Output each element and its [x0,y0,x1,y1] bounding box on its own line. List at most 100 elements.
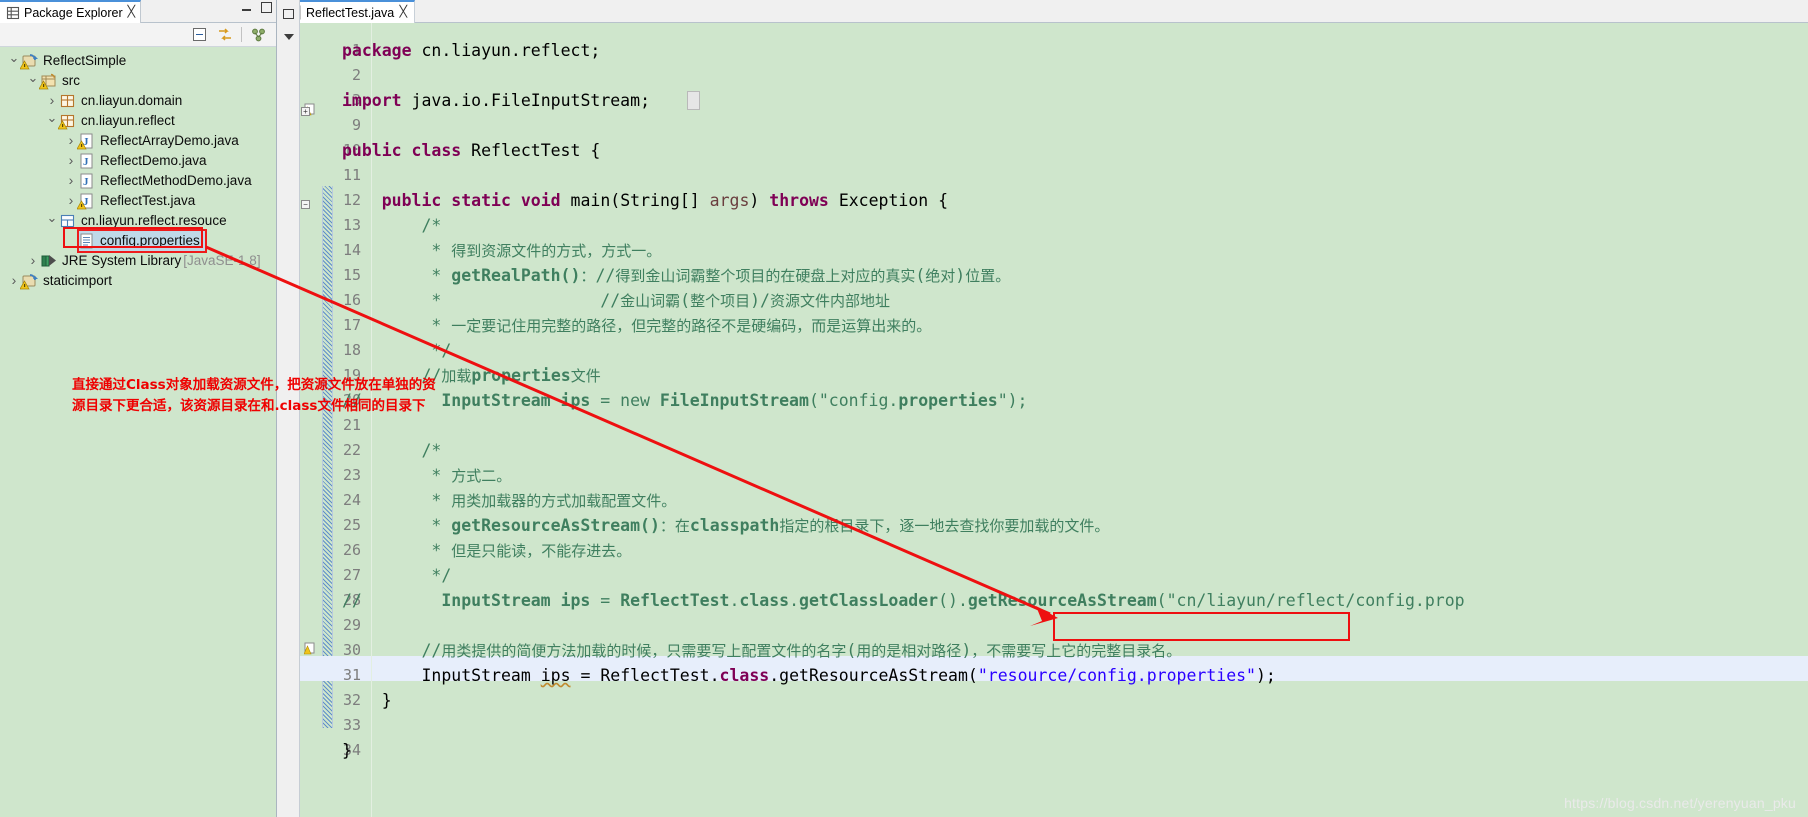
code-line[interactable]: * 但是只能读，不能存进去。 [342,538,631,563]
code-line[interactable]: // InputStream ips = ReflectTest.class.g… [342,588,1465,613]
code-line[interactable]: * 得到资源文件的方式，方式一。 [342,238,661,263]
tree-item-cn-liayun-reflect[interactable]: cn.liayun.reflect [0,111,276,131]
annotation-ruler[interactable] [300,23,322,817]
tree-item-suffix: [JavaSE-1.8] [183,253,261,268]
tree-node-content[interactable]: J ReflectMethodDemo.java [79,171,254,191]
code-text[interactable]: package cn.liayun.reflect; import java.io… [342,23,1808,817]
code-line[interactable]: */ [342,563,451,588]
java-file-icon: J [79,153,96,169]
java-project-icon [20,53,39,70]
tree-item-reflectarraydemo-java[interactable]: J ReflectArrayDemo.java [0,131,276,151]
occurrence-marker-bar [322,186,333,728]
tree-item-reflectsimple[interactable]: ReflectSimple [0,51,276,71]
tree-item-reflectmethoddemo-java[interactable]: J ReflectMethodDemo.java [0,171,276,191]
svg-text:J: J [83,156,89,168]
code-line[interactable]: //用类提供的简便方法加载的时候，只需要写上配置文件的名字(用的是相对路径)，不… [342,638,1181,663]
code-line[interactable]: /* [342,213,441,238]
tree-node-content[interactable]: staticimport [20,271,114,291]
code-line[interactable]: public class ReflectTest { [342,138,600,163]
tree-item-jre-system-library[interactable]: JRE System Library [JavaSE-1.8] [0,251,276,271]
chevron-right-icon[interactable] [63,170,79,192]
code-line[interactable]: * 一定要记住用完整的路径，但完整的路径不是硬编码，而是运算出来的。 [342,313,931,338]
tree-item-cn-liayun-domain[interactable]: cn.liayun.domain [0,91,276,111]
close-icon[interactable]: ╳ [400,7,408,18]
tree-node-content[interactable]: J ReflectTest.java [77,191,197,211]
chevron-down-icon[interactable] [44,211,60,232]
code-line[interactable]: package cn.liayun.reflect; [342,38,600,63]
warning-marker-line31[interactable] [303,641,318,655]
tree-item-label: ReflectSimple [43,53,127,68]
chevron-right-icon[interactable] [63,150,79,172]
fold-toggle-line12[interactable]: − [301,200,310,209]
code-line[interactable]: */ [342,338,451,363]
project-tree[interactable]: ReflectSimple src cn.liayun.domain cn.liayu… [0,47,276,291]
toolbar-separator [241,27,242,42]
code-line[interactable]: * getRealPath()：//得到金山词霸整个项目的在硬盘上对应的真实(绝… [342,263,1010,288]
tab-label: Package Explorer [24,5,123,20]
eclipse-ide-window: Package Explorer ╳ ⌄ ReflectSimple ⌄ src… [0,0,1808,817]
tree-item-cn-liayun-reflect-resouce[interactable]: cn.liayun.reflect.resouce [0,211,276,231]
tab-label: ReflectTest.java [306,5,395,20]
tree-node-content[interactable]: cn.liayun.reflect.resouce [60,211,229,231]
close-icon[interactable]: ╳ [127,7,135,18]
code-line[interactable]: /* [342,438,441,463]
code-line[interactable]: //加载properties文件 [342,363,600,388]
code-line[interactable]: import java.io.FileInputStream; [342,88,650,113]
resource-package-icon [60,213,77,229]
tree-node-content[interactable]: J ReflectDemo.java [79,151,209,171]
tree-node-content[interactable]: ReflectSimple [20,51,128,71]
minimized-view-strip [277,0,300,817]
chevron-right-icon[interactable] [44,90,60,112]
fold-toggle-line3[interactable]: + [301,107,310,116]
tree-item-label: ReflectDemo.java [100,153,207,168]
code-line[interactable]: * //金山词霸(整个项目)/资源文件内部地址 [342,288,890,313]
link-with-editor-icon[interactable] [216,26,233,43]
tree-item-config-properties[interactable]: config.properties [0,229,276,253]
collapsed-imports-marker[interactable] [687,91,700,110]
code-editor[interactable]: + − 1 2 3 9 10 11 12 13 14 15 16 17 18 19 20 21 22 23 24 25… [300,23,1808,817]
tree-item-label: cn.liayun.reflect.resouce [81,213,227,228]
tree-item-label: cn.liayun.domain [81,93,183,108]
code-line[interactable]: InputStream ips = ReflectTest.class.getR… [342,663,1275,688]
code-line[interactable]: * getResourceAsStream()：在classpath指定的根目录… [342,513,1109,538]
tree-item-label: ReflectMethodDemo.java [100,173,252,188]
tree-item-src[interactable]: src [0,71,276,91]
view-menu-icon[interactable] [250,26,267,43]
view-menu-button[interactable] [277,25,300,48]
code-line[interactable]: } [342,738,352,763]
package-icon [58,113,77,130]
selected-tree-node[interactable]: config.properties [77,229,207,253]
tree-node-content[interactable]: J ReflectArrayDemo.java [77,131,241,151]
jre-library-icon [41,253,58,269]
tab-reflecttest-java[interactable]: J ReflectTest.java ╳ [281,0,415,23]
chevron-right-icon[interactable] [25,250,41,272]
package-icon [60,93,77,109]
maximize-icon[interactable] [261,2,272,13]
package-explorer-tabbar: Package Explorer ╳ [0,0,276,23]
tree-node-content[interactable]: cn.liayun.reflect [58,111,177,131]
tree-node-content[interactable]: src [39,71,82,91]
svg-text:J: J [83,176,89,188]
tree-item-reflecttest-java[interactable]: J ReflectTest.java [0,191,276,211]
minimize-icon[interactable] [241,2,252,13]
code-line[interactable]: * 用类加载器的方式加载配置文件。 [342,488,676,513]
tab-package-explorer[interactable]: Package Explorer ╳ [0,0,142,23]
tree-item-staticimport[interactable]: staticimport [0,271,276,291]
tree-node-content[interactable]: JRE System Library [JavaSE-1.8] [41,251,261,271]
view-menu-arrow-icon [283,33,294,40]
tree-item-reflectdemo-java[interactable]: J ReflectDemo.java [0,151,276,171]
java-file-icon: J [77,133,96,150]
tree-item-label: cn.liayun.reflect [81,113,175,128]
package-explorer-icon [6,6,20,20]
collapse-all-icon[interactable] [191,26,208,43]
source-folder-icon [39,73,58,90]
code-line[interactable]: // InputStream ips = new FileInputStream… [342,388,1028,413]
tree-node-content[interactable]: cn.liayun.domain [60,91,184,111]
restore-view-button[interactable] [277,2,300,25]
java-project-icon [20,273,39,290]
editor-area: J ReflectTest.java ╳ [277,0,1808,817]
code-line[interactable]: * 方式二。 [342,463,511,488]
java-file-icon: J [79,173,96,189]
code-line[interactable]: public static void main(String[] args) t… [342,188,948,213]
code-line[interactable]: } [342,688,392,713]
